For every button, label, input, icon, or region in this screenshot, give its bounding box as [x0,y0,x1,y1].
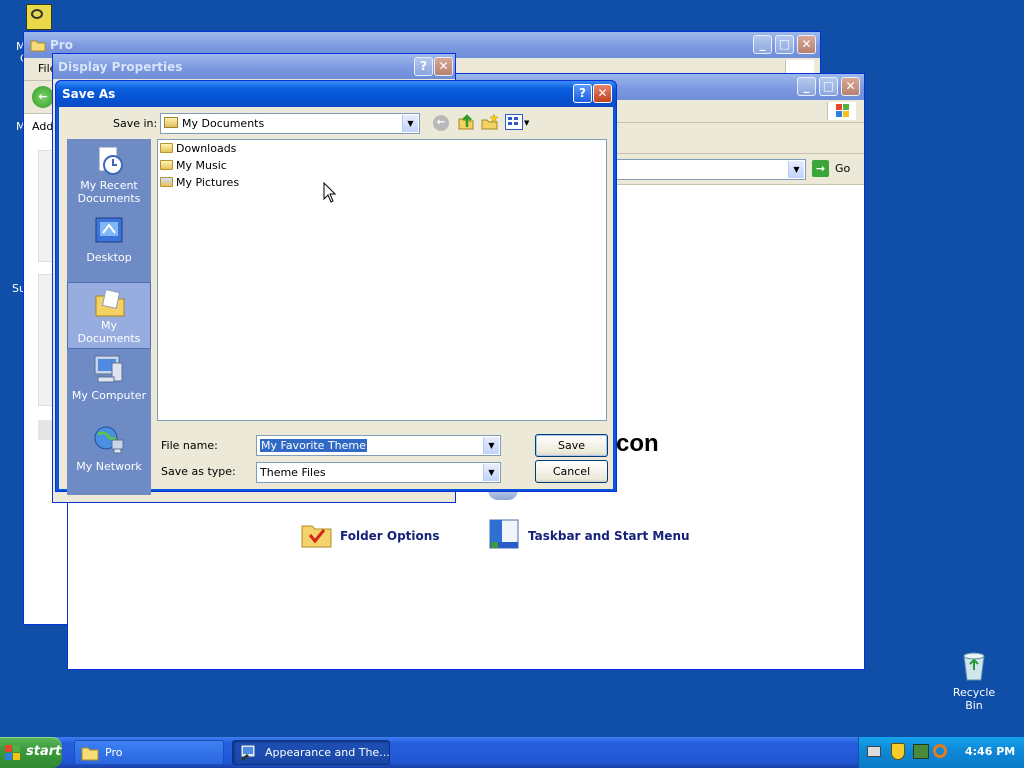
folder-icon [160,143,173,153]
taskbar-button-pro[interactable]: Pro [74,740,224,765]
save-as-dialog[interactable]: Save As ? ✕ Save in: My Documents ▼ ← ▼ [55,80,617,495]
windows-flag-icon [827,102,856,120]
place-label: Desktop [86,251,132,264]
new-folder-icon[interactable] [481,113,499,131]
start-button[interactable]: start [0,737,62,768]
save-button[interactable]: Save [535,434,608,457]
task-taskbar-start-menu[interactable]: Taskbar and Start Menu [488,518,708,552]
maximize-button[interactable]: □ [775,35,794,54]
address-input[interactable]: ▼ [608,159,806,180]
folder-check-icon [301,525,332,548]
taskbar-icon [489,519,519,549]
minimize-button[interactable]: _ [753,35,772,54]
recent-documents-icon [98,146,123,175]
task-folder-options[interactable]: Folder Options [300,518,450,552]
desktop-top-left-icon[interactable] [26,4,52,30]
task-label: Taskbar and Start Menu [528,529,690,543]
my-network-icon [94,426,124,454]
pick-icon-heading: con [616,430,659,457]
help-button[interactable]: ? [414,57,433,76]
save-as-type-dropdown-arrow[interactable]: ▼ [483,464,499,481]
search-tray-icon[interactable] [933,744,947,758]
maximize-button[interactable]: □ [819,77,838,96]
file-name-input[interactable]: My Favorite Theme ▼ [256,435,501,456]
place-my-network[interactable]: My Network [67,424,151,491]
window-pro-title: Pro [50,38,73,52]
recycle-bin-icon [963,652,985,681]
taskbar-button-label: Pro [105,746,123,759]
taskbar: start Pro Appearance and The... 4:46 PM [0,737,1024,768]
place-my-computer[interactable]: My Computer [67,353,151,420]
address-dropdown-button[interactable]: ▼ [788,161,804,178]
place-label: My Recent Documents [77,179,141,205]
save-in-dropdown[interactable]: My Documents ▼ [160,113,420,134]
desktop-icon [95,217,123,243]
places-bar: My Recent Documents Desktop My Documents [67,139,151,495]
clock[interactable]: 4:46 PM [965,745,1015,758]
windows-logo-icon [5,745,21,760]
save-in-dropdown-arrow[interactable]: ▼ [402,115,418,132]
save-as-body: Save in: My Documents ▼ ← ▼ My Recent Do… [59,107,613,495]
save-as-titlebar[interactable]: Save As ? ✕ [56,81,616,107]
place-my-documents[interactable]: My Documents [67,282,151,349]
close-button[interactable]: ✕ [593,84,612,103]
back-arrow-icon[interactable]: ← [32,86,54,108]
save-as-title: Save As [62,87,116,101]
taskbar-button-appearance[interactable]: Appearance and The... [232,740,390,765]
folder-icon [30,40,46,52]
save-as-type-select[interactable]: Theme Files ▼ [256,462,501,483]
place-label: My Network [76,460,142,473]
security-shield-icon[interactable] [891,743,905,760]
place-my-recent-documents[interactable]: My Recent Documents [67,143,151,210]
list-item-my-pictures[interactable]: My Pictures [160,175,239,191]
up-one-level-icon[interactable] [457,113,475,131]
go-button-label[interactable]: Go [835,162,850,175]
system-tray: 4:46 PM [858,737,1024,768]
keyboard-icon[interactable] [867,746,881,757]
pictures-folder-icon [160,177,173,187]
save-in-value: My Documents [182,117,265,130]
network-icon[interactable] [913,744,929,759]
close-button[interactable]: ✕ [434,57,453,76]
save-as-type-value: Theme Files [260,466,326,479]
task-label: Folder Options [340,529,440,543]
views-dropdown-arrow[interactable]: ▼ [524,119,529,127]
file-name-label: File name: [161,439,218,452]
list-item-my-music[interactable]: My Music [160,158,227,174]
place-label: My Computer [71,389,147,402]
my-documents-small-icon [164,117,178,128]
display-properties-icon [240,744,256,761]
file-name: My Pictures [176,176,240,189]
save-as-type-label: Save as type: [161,465,236,478]
my-documents-icon [95,289,125,317]
taskbar-button-label: Appearance and The... [265,746,390,759]
start-label: start [26,744,62,759]
close-button[interactable]: ✕ [841,77,860,96]
mouse-cursor-icon [323,182,337,203]
place-desktop[interactable]: Desktop [67,215,151,282]
display-properties-title: Display Properties [58,60,183,74]
close-button[interactable]: ✕ [797,35,816,54]
file-name-value: My Favorite Theme [260,439,367,452]
folder-icon [81,747,99,761]
my-computer-icon [94,355,123,383]
music-folder-icon [160,160,173,170]
back-icon[interactable]: ← [433,115,449,131]
recycle-bin-label: Recycle Bin [952,686,996,712]
display-properties-titlebar[interactable]: Display Properties ? ✕ [53,54,455,79]
file-list[interactable]: Downloads My Music My Pictures [157,139,607,421]
place-label: My Documents [77,319,141,345]
cancel-button[interactable]: Cancel [535,460,608,483]
recycle-bin[interactable]: Recycle Bin [944,650,1004,712]
views-menu-icon[interactable] [505,114,523,130]
help-button[interactable]: ? [573,84,592,103]
minimize-button[interactable]: _ [797,77,816,96]
address-label-fragment: Add [32,120,54,133]
save-in-label: Save in: [113,117,158,130]
go-arrow-icon[interactable]: → [812,160,829,177]
file-name: Downloads [176,142,237,155]
list-item-downloads[interactable]: Downloads [160,141,236,157]
file-name: My Music [176,159,227,172]
file-name-dropdown-arrow[interactable]: ▼ [483,437,499,454]
